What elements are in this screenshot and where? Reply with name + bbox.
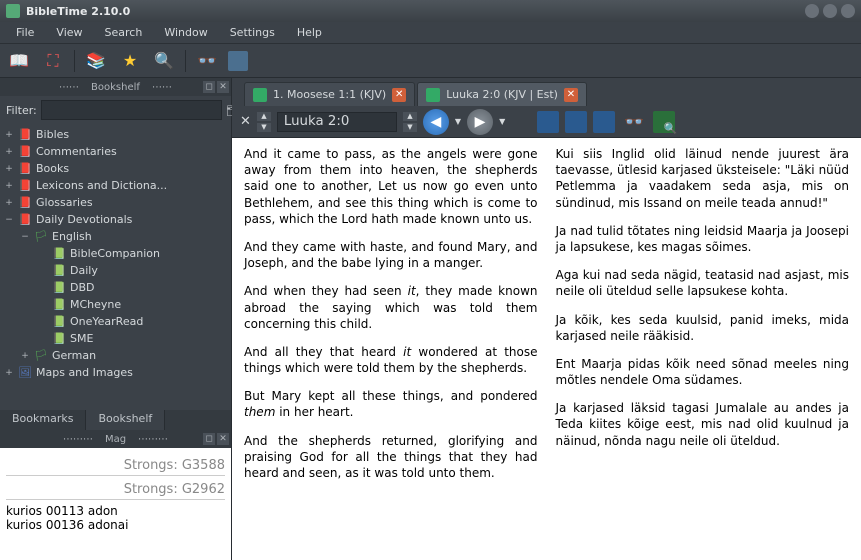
tree-english[interactable]: −🏳English <box>0 228 231 245</box>
mag-panel: ⋯⋯⋯ Mag ⋯⋯⋯ ◻✕ Strongs: G3588 Strongs: G… <box>0 430 231 560</box>
book-icon <box>426 88 440 102</box>
tab-bookshelf[interactable]: Bookshelf <box>86 410 165 430</box>
verse-left-1: And it came to pass, as the angels were … <box>244 146 538 227</box>
maximize-button[interactable] <box>823 4 837 18</box>
mag-panel-header: ⋯⋯⋯ Mag ⋯⋯⋯ ◻✕ <box>0 430 231 448</box>
app-icon <box>6 4 20 18</box>
tree-bibles[interactable]: +📕Bibles <box>0 126 231 143</box>
doc-tab-1-close[interactable]: ✕ <box>392 88 406 102</box>
bookshelf-title: Bookshelf <box>91 82 140 93</box>
strong-2[interactable]: Strongs: G2962 <box>6 482 225 500</box>
tree-devotionals[interactable]: −📕Daily Devotionals <box>0 211 231 228</box>
doc-tab-2-label: Luuka 2:0 (KJV | Est) <box>446 88 558 101</box>
tree-books[interactable]: +📕Books <box>0 160 231 177</box>
strong-1[interactable]: Strongs: G3588 <box>6 458 225 476</box>
doc-tab-2-close[interactable]: ✕ <box>564 88 578 102</box>
verse-right-1: Kui siis Inglid olid läinud nende juures… <box>556 146 850 211</box>
doc-tab-1[interactable]: 1. Moosese 1:1 (KJV) ✕ <box>244 82 415 106</box>
document-tabs: 1. Moosese 1:1 (KJV) ✕ Luuka 2:0 (KJV | … <box>232 78 861 106</box>
verse-right-3: Aga kui nad seda nägid, teatasid nad asj… <box>556 267 850 299</box>
module-1-button[interactable] <box>537 111 559 133</box>
verse-left-3: And when they had seen it, they made kno… <box>244 283 538 332</box>
menu-window[interactable]: Window <box>154 24 217 41</box>
right-column: Kui siis Inglid olid läinud nende juures… <box>556 146 850 552</box>
verse-left-4: And all they that heard it wondered at t… <box>244 344 538 376</box>
tree-dev-mcheyne[interactable]: 📗MCheyne <box>0 296 231 313</box>
remove-module-icon[interactable]: ✕ <box>240 114 251 129</box>
nav-forward-button[interactable]: ▶ <box>467 109 493 135</box>
module-spinner[interactable]: ▲▼ <box>257 111 271 133</box>
location-input[interactable] <box>277 112 397 132</box>
mag-line-2: kurios 00136 adonai <box>6 518 225 532</box>
module-2-button[interactable] <box>565 111 587 133</box>
display-options-button[interactable]: 👓 <box>621 109 647 135</box>
works-button[interactable] <box>228 51 248 71</box>
location-spinner[interactable]: ▲▼ <box>403 111 417 133</box>
verse-left-2: And they came with haste, and found Mary… <box>244 239 538 271</box>
sidebar: ⋯⋯ Bookshelf ⋯⋯ ◻✕ Filter: 🗂 ↻ +📕Bibles … <box>0 78 232 560</box>
title-bar: BibleTime 2.10.0 <box>0 0 861 22</box>
bookshelf-tree[interactable]: +📕Bibles +📕Commentaries +📕Books +📕Lexico… <box>0 124 231 410</box>
tree-german[interactable]: +🏳German <box>0 347 231 364</box>
search-content-button[interactable]: 🔍 <box>653 111 675 133</box>
verse-right-5: Ent Maarja pidas kõik need sõnad meeles … <box>556 356 850 388</box>
magnifier-button[interactable]: 🔍 <box>151 48 177 74</box>
bookshelf-button[interactable]: 📚 <box>83 48 109 74</box>
menu-view[interactable]: View <box>46 24 92 41</box>
menu-help[interactable]: Help <box>287 24 332 41</box>
nav-back-button[interactable]: ◀ <box>423 109 449 135</box>
tree-dev-dbd[interactable]: 📗DBD <box>0 279 231 296</box>
bookshelf-panel-header: ⋯⋯ Bookshelf ⋯⋯ ◻✕ <box>0 78 231 96</box>
mag-close-button[interactable]: ✕ <box>217 433 229 445</box>
close-button[interactable] <box>841 4 855 18</box>
verse-left-6: And the shepherds returned, glorifying a… <box>244 433 538 482</box>
filter-input[interactable] <box>41 100 222 120</box>
doc-tab-2[interactable]: Luuka 2:0 (KJV | Est) ✕ <box>417 82 587 106</box>
tree-dev-daily[interactable]: 📗Daily <box>0 262 231 279</box>
minimize-button[interactable] <box>805 4 819 18</box>
verse-left-5: But Mary kept all these things, and pond… <box>244 388 538 420</box>
search-works-button[interactable]: 👓 <box>194 48 220 74</box>
window-title: BibleTime 2.10.0 <box>26 5 805 18</box>
sidebar-tabs: Bookmarks Bookshelf <box>0 410 231 430</box>
menu-settings[interactable]: Settings <box>220 24 285 41</box>
doc-tab-1-label: 1. Moosese 1:1 (KJV) <box>273 88 386 101</box>
filter-label: Filter: <box>6 104 37 117</box>
mag-title: Mag <box>105 434 126 445</box>
tree-maps[interactable]: +🖼Maps and Images <box>0 364 231 381</box>
verses-pane[interactable]: And it came to pass, as the angels were … <box>232 138 861 560</box>
menu-file[interactable]: File <box>6 24 44 41</box>
tree-commentaries[interactable]: +📕Commentaries <box>0 143 231 160</box>
tree-dev-oneyearread[interactable]: 📗OneYearRead <box>0 313 231 330</box>
fwd-dropdown-icon[interactable]: ▼ <box>499 117 505 126</box>
bookmarks-button[interactable]: ★ <box>117 48 143 74</box>
panel-float-button[interactable]: ◻ <box>203 81 215 93</box>
back-dropdown-icon[interactable]: ▼ <box>455 117 461 126</box>
content-area: 1. Moosese 1:1 (KJV) ✕ Luuka 2:0 (KJV | … <box>232 78 861 560</box>
tree-dev-biblecompanion[interactable]: 📗BibleCompanion <box>0 245 231 262</box>
window-controls <box>805 4 855 18</box>
mag-line-1: kurios 00113 adon <box>6 504 225 518</box>
panel-close-button[interactable]: ✕ <box>217 81 229 93</box>
menu-bar: File View Search Window Settings Help <box>0 22 861 44</box>
verse-right-4: Ja kõik, kes seda kuulsid, panid imeks, … <box>556 312 850 344</box>
tree-dev-sme[interactable]: 📗SME <box>0 330 231 347</box>
mag-content: Strongs: G3588 Strongs: G2962 kurios 001… <box>0 448 231 560</box>
open-book-button[interactable]: 📖 <box>6 48 32 74</box>
module-3-button[interactable] <box>593 111 615 133</box>
tree-lexicons[interactable]: +📕Lexicons and Dictiona... <box>0 177 231 194</box>
tree-glossaries[interactable]: +📕Glossaries <box>0 194 231 211</box>
fullscreen-button[interactable]: ⛶ <box>40 48 66 74</box>
content-toolbar: ✕ ▲▼ ▲▼ ◀ ▼ ▶ ▼ 👓 🔍 <box>232 106 861 138</box>
menu-search[interactable]: Search <box>95 24 153 41</box>
verse-right-6: Ja karjased läksid tagasi Jumalale au an… <box>556 400 850 449</box>
verse-right-2: Ja nad tulid tõtates ning leidsid Maarja… <box>556 223 850 255</box>
mag-float-button[interactable]: ◻ <box>203 433 215 445</box>
left-column: And it came to pass, as the angels were … <box>244 146 538 552</box>
tab-bookmarks[interactable]: Bookmarks <box>0 410 86 430</box>
book-icon <box>253 88 267 102</box>
main-toolbar: 📖 ⛶ 📚 ★ 🔍 👓 <box>0 44 861 78</box>
